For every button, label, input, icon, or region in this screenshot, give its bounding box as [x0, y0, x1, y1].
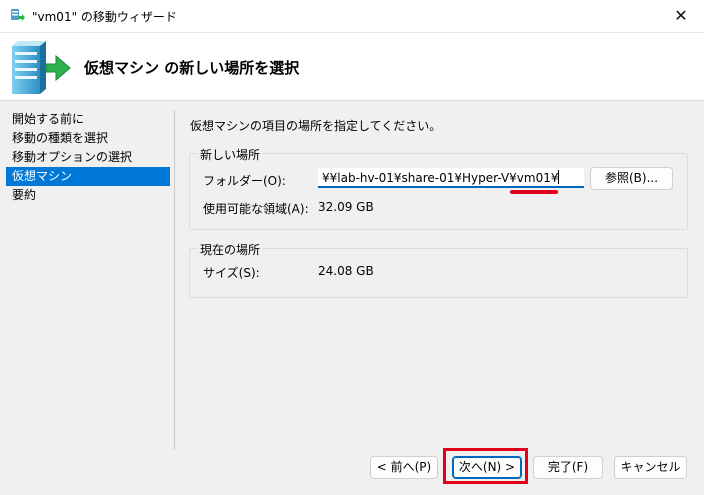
cancel-button[interactable]: キャンセル — [614, 456, 687, 479]
size-value: 24.08 GB — [318, 264, 374, 278]
current-location-group: 現在の場所 — [189, 241, 688, 298]
back-button[interactable]: < 前へ(P) — [370, 456, 438, 479]
nav-step-virtual-machine[interactable]: 仮想マシン — [6, 167, 170, 186]
folder-input[interactable]: ¥¥lab-hv-01¥share-01¥Hyper-V¥vm01¥ — [318, 168, 584, 188]
nav-step-summary[interactable]: 要約 — [0, 186, 170, 205]
browse-button[interactable]: 参照(B)... — [590, 167, 673, 190]
available-space-value: 32.09 GB — [318, 200, 374, 214]
wizard-header: 仮想マシン の新しい場所を選択 — [0, 33, 704, 101]
nav-step-choose-move-options[interactable]: 移動オプションの選択 — [0, 148, 170, 167]
instruction-text: 仮想マシンの項目の場所を指定してください。 — [190, 119, 442, 133]
title-bar: "vm01" の移動ウィザード ✕ — [0, 0, 704, 33]
folder-label: フォルダー(O): — [203, 174, 286, 188]
nav-step-before-you-begin[interactable]: 開始する前に — [0, 110, 170, 129]
page-heading: 仮想マシン の新しい場所を選択 — [84, 59, 300, 77]
wizard-steps-nav: 開始する前に 移動の種類を選択 移動オプションの選択 仮想マシン 要約 — [0, 110, 170, 205]
size-label: サイズ(S): — [203, 266, 260, 280]
nav-step-choose-move-type[interactable]: 移動の種類を選択 — [0, 129, 170, 148]
folder-input-value: ¥¥lab-hv-01¥share-01¥Hyper-V¥vm01¥ — [322, 171, 559, 185]
window-title: "vm01" の移動ウィザード — [32, 10, 177, 24]
close-icon[interactable]: ✕ — [658, 0, 704, 32]
current-location-group-title: 現在の場所 — [198, 241, 263, 258]
annotation-underline — [510, 190, 558, 194]
nav-divider — [174, 110, 175, 450]
available-space-label: 使用可能な領域(A): — [203, 202, 309, 216]
text-caret — [558, 170, 560, 184]
annotation-highlight-box — [443, 448, 528, 484]
finish-button[interactable]: 完了(F) — [533, 456, 603, 479]
new-location-group: 新しい場所 — [189, 146, 688, 230]
new-location-group-title: 新しい場所 — [198, 146, 263, 163]
hyper-v-app-icon — [11, 9, 25, 21]
server-move-icon — [12, 41, 71, 94]
